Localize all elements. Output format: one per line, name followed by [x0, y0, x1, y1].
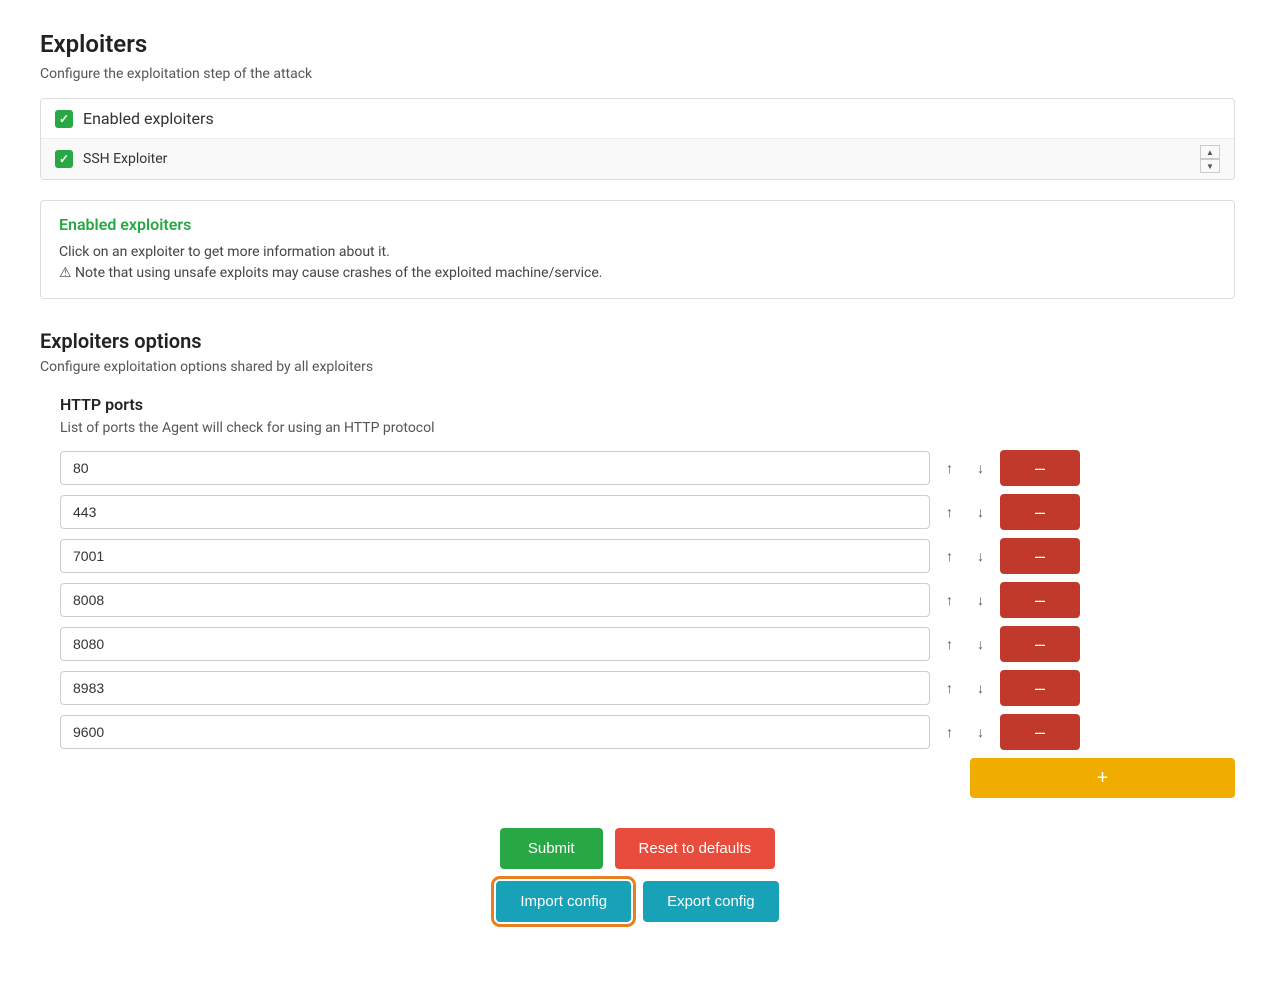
page-subtitle: Configure the exploitation step of the a…: [40, 66, 1235, 82]
ssh-exploiter-checkbox[interactable]: [55, 150, 73, 168]
reset-button[interactable]: Reset to defaults: [615, 828, 776, 869]
move-up-button[interactable]: ↑: [938, 632, 961, 656]
port-controls: ↑ ↓–: [938, 714, 1080, 750]
move-up-button[interactable]: ↑: [938, 588, 961, 612]
port-row: ↑ ↓–: [60, 494, 1235, 530]
move-down-button[interactable]: ↓: [969, 588, 992, 612]
port-input[interactable]: [60, 583, 930, 617]
add-button-row: +: [40, 758, 1235, 798]
submit-button[interactable]: Submit: [500, 828, 603, 869]
port-input[interactable]: [60, 671, 930, 705]
port-input[interactable]: [60, 451, 930, 485]
port-input[interactable]: [60, 627, 930, 661]
config-buttons: Import config Export config: [40, 881, 1235, 922]
port-input[interactable]: [60, 495, 930, 529]
port-input[interactable]: [60, 715, 930, 749]
move-up-button[interactable]: ↑: [938, 500, 961, 524]
add-port-button[interactable]: +: [970, 758, 1235, 798]
port-controls: ↑ ↓–: [938, 494, 1080, 530]
remove-port-button[interactable]: –: [1000, 626, 1080, 662]
move-down-button[interactable]: ↓: [969, 720, 992, 744]
exploiters-select-box: Enabled exploiters SSH Exploiter ▲ ▼: [40, 98, 1235, 180]
port-controls: ↑ ↓–: [938, 450, 1080, 486]
move-up-button[interactable]: ↑: [938, 456, 961, 480]
http-ports-title: HTTP ports: [40, 395, 1235, 414]
enabled-exploiters-checkbox[interactable]: [55, 110, 73, 128]
ssh-exploiter-row: SSH Exploiter ▲ ▼: [41, 139, 1234, 179]
port-input[interactable]: [60, 539, 930, 573]
move-up-button[interactable]: ↑: [938, 720, 961, 744]
port-row: ↑ ↓–: [60, 626, 1235, 662]
remove-port-button[interactable]: –: [1000, 450, 1080, 486]
import-config-button[interactable]: Import config: [496, 881, 631, 922]
move-up-button[interactable]: ↑: [938, 676, 961, 700]
action-buttons: Submit Reset to defaults: [40, 828, 1235, 869]
move-down-button[interactable]: ↓: [969, 544, 992, 568]
enabled-exploiters-row[interactable]: Enabled exploiters: [41, 99, 1234, 139]
port-row: ↑ ↓–: [60, 582, 1235, 618]
move-down-button[interactable]: ↓: [969, 676, 992, 700]
port-row: ↑ ↓–: [60, 450, 1235, 486]
remove-port-button[interactable]: –: [1000, 494, 1080, 530]
port-controls: ↑ ↓–: [938, 626, 1080, 662]
spinner-up-button[interactable]: ▲: [1200, 145, 1220, 159]
ssh-exploiter-spinner: ▲ ▼: [1200, 145, 1220, 173]
port-rows-container: ↑↓–↑↓–↑↓–↑↓–↑↓–↑↓–↑↓–: [40, 450, 1235, 750]
enabled-exploiters-label: Enabled exploiters: [83, 109, 214, 128]
move-down-button[interactable]: ↓: [969, 500, 992, 524]
remove-port-button[interactable]: –: [1000, 714, 1080, 750]
move-down-button[interactable]: ↓: [969, 632, 992, 656]
info-box: Enabled exploiters Click on an exploiter…: [40, 200, 1235, 299]
export-config-button[interactable]: Export config: [643, 881, 779, 922]
info-box-line2: ⚠ Note that using unsafe exploits may ca…: [59, 263, 1216, 284]
remove-port-button[interactable]: –: [1000, 582, 1080, 618]
move-down-button[interactable]: ↓: [969, 456, 992, 480]
port-row: ↑ ↓–: [60, 714, 1235, 750]
port-controls: ↑ ↓–: [938, 582, 1080, 618]
info-box-title: Enabled exploiters: [59, 215, 1216, 234]
http-ports-description: List of ports the Agent will check for u…: [40, 420, 1235, 436]
ssh-exploiter-label: SSH Exploiter: [83, 151, 1192, 167]
info-box-line1: Click on an exploiter to get more inform…: [59, 242, 1216, 263]
exploiters-options-title: Exploiters options: [40, 329, 1235, 353]
page-title: Exploiters: [40, 30, 1235, 58]
spinner-down-button[interactable]: ▼: [1200, 159, 1220, 173]
remove-port-button[interactable]: –: [1000, 670, 1080, 706]
port-row: ↑ ↓–: [60, 670, 1235, 706]
port-controls: ↑ ↓–: [938, 670, 1080, 706]
port-controls: ↑ ↓–: [938, 538, 1080, 574]
exploiters-options-subtitle: Configure exploitation options shared by…: [40, 359, 1235, 375]
port-row: ↑ ↓–: [60, 538, 1235, 574]
move-up-button[interactable]: ↑: [938, 544, 961, 568]
remove-port-button[interactable]: –: [1000, 538, 1080, 574]
